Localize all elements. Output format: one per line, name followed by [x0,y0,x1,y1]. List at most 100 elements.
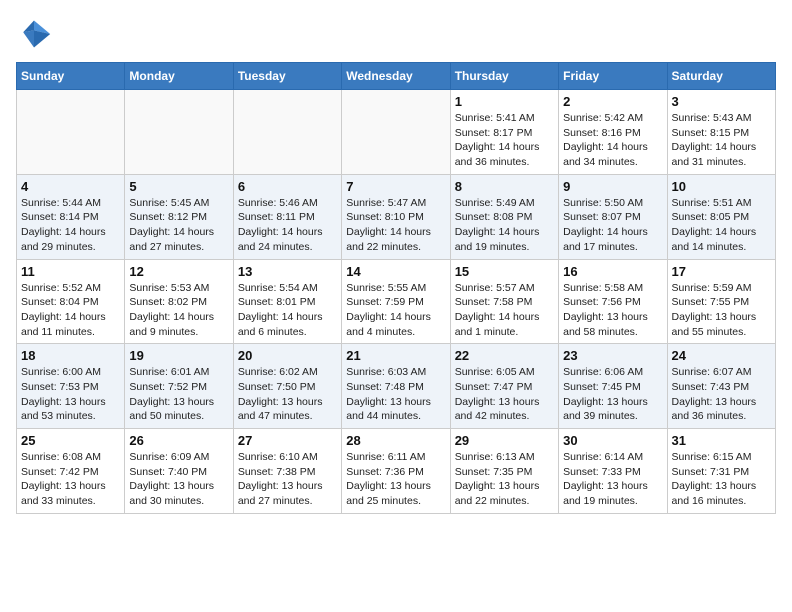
day-info: Sunrise: 6:07 AM Sunset: 7:43 PM Dayligh… [672,365,771,424]
day-info: Sunrise: 5:53 AM Sunset: 8:02 PM Dayligh… [129,281,228,340]
calendar-cell [233,90,341,175]
calendar-cell: 6Sunrise: 5:46 AM Sunset: 8:11 PM Daylig… [233,174,341,259]
day-header-wednesday: Wednesday [342,63,450,90]
calendar-cell [17,90,125,175]
day-info: Sunrise: 5:50 AM Sunset: 8:07 PM Dayligh… [563,196,662,255]
day-number: 4 [21,179,120,194]
day-info: Sunrise: 6:14 AM Sunset: 7:33 PM Dayligh… [563,450,662,509]
calendar-cell: 17Sunrise: 5:59 AM Sunset: 7:55 PM Dayli… [667,259,775,344]
calendar-cell: 8 Sunrise: 5:49 AM Sunset: 8:08 PM Daylig… [450,174,558,259]
calendar-cell: 12Sunrise: 5:53 AM Sunset: 8:02 PM Dayli… [125,259,233,344]
week-row-1: 1 Sunrise: 5:41 AM Sunset: 8:17 PM Daylig… [17,90,776,175]
day-number: 22 [455,348,554,363]
day-number: 7 [346,179,445,194]
calendar-header-row: SundayMondayTuesdayWednesdayThursdayFrid… [17,63,776,90]
day-number: 30 [563,433,662,448]
day-info: Sunrise: 5:51 AM Sunset: 8:05 PM Dayligh… [672,196,771,255]
day-number: 21 [346,348,445,363]
day-number: 23 [563,348,662,363]
day-info: Sunrise: 5:57 AM Sunset: 7:58 PM Dayligh… [455,281,554,340]
day-number: 28 [346,433,445,448]
day-number: 25 [21,433,120,448]
calendar-cell: 4 Sunrise: 5:44 AM Sunset: 8:14 PM Daylig… [17,174,125,259]
logo [16,16,56,52]
day-number: 26 [129,433,228,448]
day-info: Sunrise: 5:45 AM Sunset: 8:12 PM Dayligh… [129,196,228,255]
calendar-cell: 29 Sunrise: 6:13 AM Sunset: 7:35 PM Dayli… [450,429,558,514]
day-number: 20 [238,348,337,363]
day-info: Sunrise: 6:05 AM Sunset: 7:47 PM Dayligh… [455,365,554,424]
day-header-friday: Friday [559,63,667,90]
day-info: Sunrise: 5:43 AM Sunset: 8:15 PM Dayligh… [672,111,771,170]
day-info: Sunrise: 5:58 AM Sunset: 7:56 PM Dayligh… [563,281,662,340]
day-header-tuesday: Tuesday [233,63,341,90]
calendar-cell: 30 Sunrise: 6:14 AM Sunset: 7:33 PM Dayli… [559,429,667,514]
calendar-table: SundayMondayTuesdayWednesdayThursdayFrid… [16,62,776,514]
day-info: Sunrise: 5:44 AM Sunset: 8:14 PM Dayligh… [21,196,120,255]
day-info: Sunrise: 6:01 AM Sunset: 7:52 PM Dayligh… [129,365,228,424]
day-number: 18 [21,348,120,363]
day-number: 15 [455,264,554,279]
day-header-sunday: Sunday [17,63,125,90]
calendar-cell: 16 Sunrise: 5:58 AM Sunset: 7:56 PM Dayli… [559,259,667,344]
day-info: Sunrise: 6:02 AM Sunset: 7:50 PM Dayligh… [238,365,337,424]
day-number: 16 [563,264,662,279]
day-info: Sunrise: 6:03 AM Sunset: 7:48 PM Dayligh… [346,365,445,424]
day-info: Sunrise: 6:13 AM Sunset: 7:35 PM Dayligh… [455,450,554,509]
calendar-cell: 19Sunrise: 6:01 AM Sunset: 7:52 PM Dayli… [125,344,233,429]
calendar-cell: 22 Sunrise: 6:05 AM Sunset: 7:47 PM Dayli… [450,344,558,429]
day-info: Sunrise: 6:08 AM Sunset: 7:42 PM Dayligh… [21,450,120,509]
calendar-cell: 15 Sunrise: 5:57 AM Sunset: 7:58 PM Dayli… [450,259,558,344]
day-number: 8 [455,179,554,194]
day-header-saturday: Saturday [667,63,775,90]
calendar-cell: 23 Sunrise: 6:06 AM Sunset: 7:45 PM Dayli… [559,344,667,429]
day-number: 17 [672,264,771,279]
day-number: 3 [672,94,771,109]
day-info: Sunrise: 6:00 AM Sunset: 7:53 PM Dayligh… [21,365,120,424]
page-header [16,16,776,52]
day-number: 14 [346,264,445,279]
day-info: Sunrise: 5:46 AM Sunset: 8:11 PM Dayligh… [238,196,337,255]
logo-icon [16,16,52,52]
day-number: 9 [563,179,662,194]
week-row-2: 4 Sunrise: 5:44 AM Sunset: 8:14 PM Daylig… [17,174,776,259]
calendar-cell: 31Sunrise: 6:15 AM Sunset: 7:31 PM Dayli… [667,429,775,514]
day-number: 24 [672,348,771,363]
day-header-thursday: Thursday [450,63,558,90]
week-row-3: 11Sunrise: 5:52 AM Sunset: 8:04 PM Dayli… [17,259,776,344]
day-info: Sunrise: 5:42 AM Sunset: 8:16 PM Dayligh… [563,111,662,170]
day-number: 13 [238,264,337,279]
day-number: 2 [563,94,662,109]
calendar-cell: 18 Sunrise: 6:00 AM Sunset: 7:53 PM Dayli… [17,344,125,429]
calendar-cell: 25 Sunrise: 6:08 AM Sunset: 7:42 PM Dayli… [17,429,125,514]
day-info: Sunrise: 5:54 AM Sunset: 8:01 PM Dayligh… [238,281,337,340]
day-info: Sunrise: 5:49 AM Sunset: 8:08 PM Dayligh… [455,196,554,255]
calendar-cell: 7 Sunrise: 5:47 AM Sunset: 8:10 PM Daylig… [342,174,450,259]
calendar-cell: 9 Sunrise: 5:50 AM Sunset: 8:07 PM Daylig… [559,174,667,259]
calendar-cell: 24 Sunrise: 6:07 AM Sunset: 7:43 PM Dayli… [667,344,775,429]
calendar-cell [125,90,233,175]
day-info: Sunrise: 5:41 AM Sunset: 8:17 PM Dayligh… [455,111,554,170]
calendar-cell: 28 Sunrise: 6:11 AM Sunset: 7:36 PM Dayli… [342,429,450,514]
day-number: 5 [129,179,228,194]
day-info: Sunrise: 5:55 AM Sunset: 7:59 PM Dayligh… [346,281,445,340]
calendar-cell: 2 Sunrise: 5:42 AM Sunset: 8:16 PM Daylig… [559,90,667,175]
day-info: Sunrise: 5:52 AM Sunset: 8:04 PM Dayligh… [21,281,120,340]
day-info: Sunrise: 6:11 AM Sunset: 7:36 PM Dayligh… [346,450,445,509]
calendar-cell: 10Sunrise: 5:51 AM Sunset: 8:05 PM Dayli… [667,174,775,259]
calendar-cell: 20 Sunrise: 6:02 AM Sunset: 7:50 PM Dayli… [233,344,341,429]
day-info: Sunrise: 6:10 AM Sunset: 7:38 PM Dayligh… [238,450,337,509]
calendar-cell: 13 Sunrise: 5:54 AM Sunset: 8:01 PM Dayli… [233,259,341,344]
week-row-5: 25 Sunrise: 6:08 AM Sunset: 7:42 PM Dayli… [17,429,776,514]
calendar-cell: 21 Sunrise: 6:03 AM Sunset: 7:48 PM Dayli… [342,344,450,429]
day-number: 27 [238,433,337,448]
day-number: 1 [455,94,554,109]
day-info: Sunrise: 6:15 AM Sunset: 7:31 PM Dayligh… [672,450,771,509]
day-info: Sunrise: 5:47 AM Sunset: 8:10 PM Dayligh… [346,196,445,255]
week-row-4: 18 Sunrise: 6:00 AM Sunset: 7:53 PM Dayli… [17,344,776,429]
day-number: 29 [455,433,554,448]
calendar-cell: 14 Sunrise: 5:55 AM Sunset: 7:59 PM Dayli… [342,259,450,344]
day-info: Sunrise: 6:06 AM Sunset: 7:45 PM Dayligh… [563,365,662,424]
calendar-cell [342,90,450,175]
calendar-cell: 3 Sunrise: 5:43 AM Sunset: 8:15 PM Daylig… [667,90,775,175]
